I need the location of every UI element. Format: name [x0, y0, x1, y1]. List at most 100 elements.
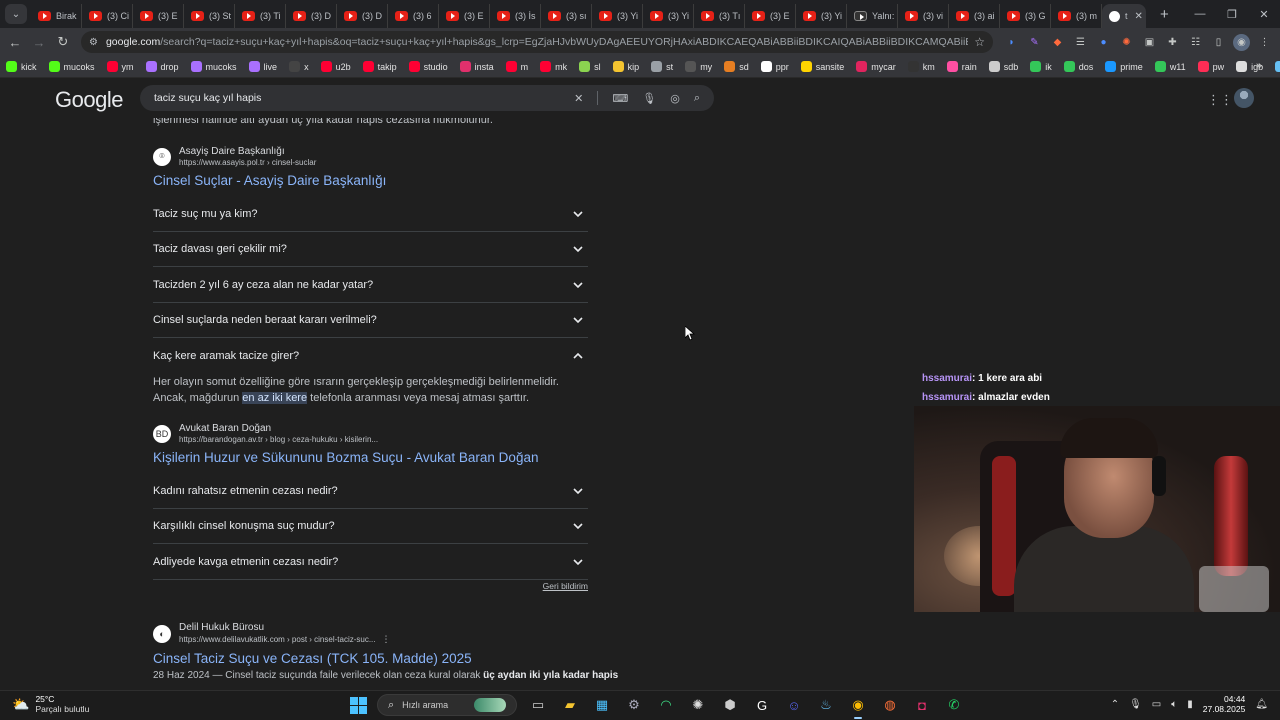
- extension-icon[interactable]: ▣: [1141, 34, 1158, 51]
- bookmark-item[interactable]: u2b: [320, 61, 351, 72]
- extension-icon[interactable]: ✺: [1118, 34, 1135, 51]
- bookmark-item[interactable]: mucoks: [190, 61, 237, 72]
- tab[interactable]: (3) vi: [898, 4, 949, 28]
- steam-icon[interactable]: ♨: [815, 694, 837, 716]
- result-source[interactable]: ⌾ Asayiş Daire Başkanlığı https://www.as…: [153, 146, 316, 167]
- reload-icon[interactable]: ↻: [51, 34, 75, 50]
- minimize-icon[interactable]: —: [1184, 8, 1216, 20]
- bookmark-item[interactable]: m: [505, 61, 528, 72]
- bookmark-item[interactable]: steam: [1275, 61, 1280, 72]
- question-item[interactable]: Taciz davası geri çekilir mi?: [153, 232, 588, 267]
- extensions-puzzle-icon[interactable]: ✚: [1164, 34, 1181, 51]
- tab[interactable]: (3) Yi: [796, 4, 847, 28]
- instagram-icon[interactable]: ◘: [911, 694, 933, 716]
- chevron-down-icon[interactable]: [568, 481, 588, 501]
- volume-icon[interactable]: 🔈︎: [1171, 699, 1177, 710]
- extension-icon[interactable]: ☰: [1072, 34, 1089, 51]
- bookmark-item[interactable]: rain: [946, 61, 977, 72]
- headset-app-icon[interactable]: ◠: [655, 694, 677, 716]
- tab[interactable]: (3) Yi: [643, 4, 694, 28]
- feedback-link[interactable]: Geri bildirim: [543, 581, 588, 591]
- bookmark-item[interactable]: sansite: [800, 61, 844, 72]
- chevron-down-icon[interactable]: [568, 552, 588, 572]
- result-title-link[interactable]: Cinsel Taciz Suçu ve Cezası (TCK 105. Ma…: [153, 651, 472, 666]
- weather-widget[interactable]: ⛅ 25°C Parçalı bulutlu: [12, 694, 89, 714]
- store-icon[interactable]: ▦: [591, 694, 613, 716]
- tab-search-icon[interactable]: ⌄: [5, 4, 27, 24]
- bookmark-item[interactable]: mucoks: [48, 61, 95, 72]
- search-icon[interactable]: ⌕: [694, 92, 700, 105]
- chevron-down-icon[interactable]: [568, 516, 588, 536]
- url-text[interactable]: google.com/search?q=taciz+suçu+kaç+yıl+h…: [106, 36, 968, 48]
- question-item[interactable]: Taciz suç mu ya kim?: [153, 197, 588, 232]
- question-item[interactable]: Cinsel suçlarda neden beraat kararı veri…: [153, 303, 588, 338]
- bookmark-item[interactable]: studio: [408, 61, 448, 72]
- task-view-icon[interactable]: ▭: [527, 694, 549, 716]
- tab-active[interactable]: t ✕: [1102, 4, 1146, 28]
- question-item-expanded[interactable]: Kaç kere aramak tacize girer?: [153, 338, 588, 373]
- tab[interactable]: (3) sı: [541, 4, 592, 28]
- forward-icon[interactable]: →: [27, 35, 51, 50]
- extension-icon[interactable]: ●: [1095, 34, 1112, 51]
- taskbar-search[interactable]: ⌕ Hızlı arama: [377, 694, 517, 716]
- tab[interactable]: (3) E: [133, 4, 184, 28]
- tab[interactable]: Birak: [31, 4, 82, 28]
- more-options-icon[interactable]: ⋮: [382, 634, 391, 644]
- app-icon[interactable]: ⬢: [719, 694, 741, 716]
- site-info-icon[interactable]: ⚙: [89, 37, 98, 48]
- new-tab-button[interactable]: +: [1160, 6, 1169, 23]
- clock[interactable]: 04:44 27.08.2025: [1203, 694, 1246, 714]
- bookmark-item[interactable]: mycar: [856, 61, 896, 72]
- file-explorer-icon[interactable]: ▰: [559, 694, 581, 716]
- chevron-up-icon[interactable]: [568, 346, 588, 366]
- bookmark-item[interactable]: w11: [1154, 61, 1186, 72]
- ai-app-icon[interactable]: ✺: [687, 694, 709, 716]
- chevron-down-icon[interactable]: [568, 204, 588, 224]
- tab[interactable]: (3) Ti: [235, 4, 286, 28]
- bookmark-star-icon[interactable]: ☆: [974, 35, 985, 49]
- split-view-icon[interactable]: ▯: [1210, 34, 1227, 51]
- battery-icon[interactable]: ▮: [1187, 699, 1193, 710]
- question-item[interactable]: Karşılıklı cinsel konuşma suç mudur?: [153, 509, 588, 544]
- notification-bell-icon[interactable]: 🔔︎: [1255, 699, 1268, 710]
- tab[interactable]: (3) D: [286, 4, 337, 28]
- extension-icon[interactable]: ◆: [1049, 34, 1066, 51]
- keyboard-icon[interactable]: ⌨: [612, 92, 628, 105]
- tab[interactable]: Yalnı:: [847, 4, 898, 28]
- tab[interactable]: (3) G: [1000, 4, 1051, 28]
- bookmarks-more-icon[interactable]: »: [1256, 60, 1262, 72]
- bookmark-item[interactable]: km: [907, 61, 935, 72]
- address-bar[interactable]: ⚙ google.com/search?q=taciz+suçu+kaç+yıl…: [81, 31, 993, 53]
- search-box[interactable]: taciz suçu kaç yıl hapis ✕ ⌨ 🎙︎ ◎ ⌕: [140, 85, 714, 111]
- bookmark-item[interactable]: kick: [6, 61, 37, 72]
- tab[interactable]: (3) 6: [388, 4, 439, 28]
- chevron-down-icon[interactable]: [568, 310, 588, 330]
- google-logo[interactable]: Google: [55, 87, 123, 113]
- bookmark-item[interactable]: x: [289, 61, 309, 72]
- close-window-icon[interactable]: ✕: [1248, 8, 1280, 21]
- tab[interactable]: (3) ai: [949, 4, 1000, 28]
- settings-icon[interactable]: ⚙: [623, 694, 645, 716]
- chevron-down-icon[interactable]: [568, 275, 588, 295]
- bookmark-item[interactable]: kip: [612, 61, 639, 72]
- reading-list-icon[interactable]: ☷: [1187, 34, 1204, 51]
- tab[interactable]: (3) Tı: [694, 4, 745, 28]
- bookmark-item[interactable]: ym: [106, 61, 134, 72]
- result-source[interactable]: BD Avukat Baran Doğan https://barandogan…: [153, 423, 378, 444]
- result-source[interactable]: ◐ Delil Hukuk Bürosu https://www.delilav…: [153, 622, 391, 645]
- microphone-icon[interactable]: 🎙︎: [642, 92, 656, 105]
- network-icon[interactable]: ▭: [1152, 699, 1161, 710]
- tab[interactable]: (3) Yi: [592, 4, 643, 28]
- bookmark-item[interactable]: drop: [145, 61, 179, 72]
- bookmark-item[interactable]: insta: [459, 61, 494, 72]
- bookmark-item[interactable]: sdb: [988, 61, 1018, 72]
- tab[interactable]: (3) E: [745, 4, 796, 28]
- result-title-link[interactable]: Kişilerin Huzur ve Sükununu Bozma Suçu -…: [153, 450, 538, 465]
- tab-close-icon[interactable]: ✕: [1135, 11, 1143, 22]
- question-item[interactable]: Tacizden 2 yıl 6 ay ceza alan ne kadar y…: [153, 268, 588, 303]
- bookmark-item[interactable]: live: [248, 61, 277, 72]
- tab[interactable]: (3) St: [184, 4, 235, 28]
- whatsapp-icon[interactable]: ✆: [943, 694, 965, 716]
- microphone-icon[interactable]: 🎙︎: [1129, 699, 1142, 710]
- lens-camera-icon[interactable]: ◎: [670, 92, 680, 105]
